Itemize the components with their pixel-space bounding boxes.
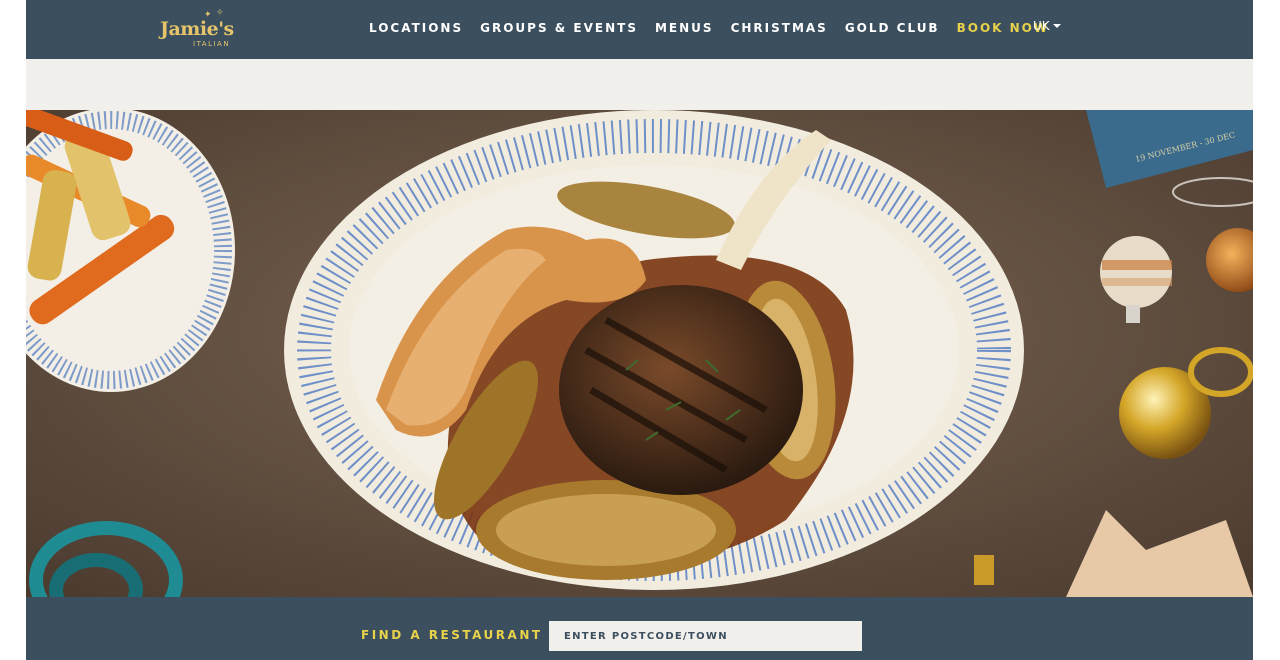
postcode-search-input[interactable] [549, 621, 862, 651]
logo-wordmark: Jamie's [160, 18, 234, 40]
find-restaurant-label: FIND A RESTAURANT [361, 628, 543, 642]
nav-item-christmas[interactable]: CHRISTMAS [731, 21, 828, 35]
nav-item-menus[interactable]: MENUS [655, 21, 714, 35]
star-icon: ✦ [204, 9, 212, 19]
hero-banner: 19 NOVEMBER - 30 DEC [26, 110, 1253, 597]
jamies-italian-logo[interactable]: Jamie's ITALIAN ✦ ✧ [160, 7, 240, 48]
top-navigation-bar: Jamie's ITALIAN ✦ ✧ LOCATIONS GROUPS & E… [26, 0, 1253, 59]
nav-item-locations[interactable]: LOCATIONS [369, 21, 463, 35]
locale-selector[interactable]: UK [1033, 19, 1061, 33]
caret-down-icon [1052, 24, 1061, 28]
page-frame: Jamie's ITALIAN ✦ ✧ LOCATIONS GROUPS & E… [26, 0, 1253, 660]
nav-item-gold-club[interactable]: GOLD CLUB [845, 21, 940, 35]
star-icon: ✧ [216, 7, 224, 17]
hero-food-photo: 19 NOVEMBER - 30 DEC [26, 110, 1253, 597]
logo-subtitle: ITALIAN [193, 40, 231, 48]
nav-item-groups-events[interactable]: GROUPS & EVENTS [480, 21, 638, 35]
main-nav: LOCATIONS GROUPS & EVENTS MENUS CHRISTMA… [369, 18, 1066, 38]
restaurant-finder-bar: FIND A RESTAURANT [26, 597, 1253, 660]
locale-label: UK [1033, 19, 1050, 33]
notice-band [26, 59, 1253, 110]
